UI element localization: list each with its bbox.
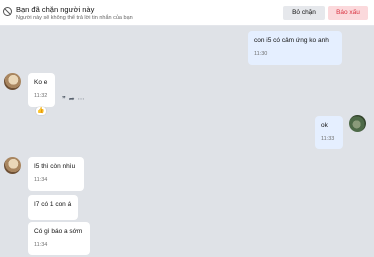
- blocked-banner: Bạn đã chặn người này Người này sẽ không…: [0, 0, 374, 26]
- message-time: 11:33: [321, 136, 335, 142]
- message-time: 11:34: [34, 177, 48, 183]
- avatar[interactable]: [4, 73, 21, 90]
- blocked-title: Bạn đã chặn người này: [16, 5, 95, 14]
- message-text: I5 thì còn nhìu: [34, 163, 76, 170]
- message-bubble[interactable]: con i5 có cảm ứng ko anh 11:30: [248, 31, 342, 65]
- message-text: con i5 có cảm ứng ko anh: [254, 37, 329, 44]
- report-button[interactable]: Báo xấu: [328, 6, 368, 20]
- forward-icon[interactable]: ➦: [69, 95, 78, 103]
- message-bubble[interactable]: I5 thì còn nhìu 11:34: [28, 157, 84, 191]
- message-text: Ko e: [34, 79, 48, 86]
- avatar[interactable]: [4, 157, 21, 174]
- unblock-button[interactable]: Bỏ chặn: [283, 6, 325, 20]
- like-reaction-icon[interactable]: 👍: [36, 107, 46, 115]
- more-icon[interactable]: ⋯: [78, 95, 88, 103]
- message-bubble[interactable]: I7 có 1 con á: [28, 195, 78, 220]
- message-bubble[interactable]: Ko e 11:32: [28, 73, 55, 107]
- quote-icon[interactable]: ❞: [62, 95, 69, 103]
- blocked-subtitle: Người này sẽ không thể trả lời tin nhắn …: [16, 15, 133, 21]
- message-bubble[interactable]: Có gì báo a sớm 11:34: [28, 222, 90, 255]
- message-text: I7 có 1 con á: [34, 201, 72, 208]
- message-actions: ❞➦⋯: [62, 95, 88, 103]
- message-time: 11:32: [34, 93, 48, 99]
- message-time: 11:34: [34, 242, 48, 248]
- message-time: 11:30: [254, 51, 268, 57]
- message-text: ok: [321, 122, 328, 129]
- blocked-icon: [3, 7, 12, 16]
- avatar[interactable]: [349, 115, 366, 132]
- message-text: Có gì báo a sớm: [34, 228, 83, 235]
- message-bubble[interactable]: ok 11:33: [315, 116, 343, 149]
